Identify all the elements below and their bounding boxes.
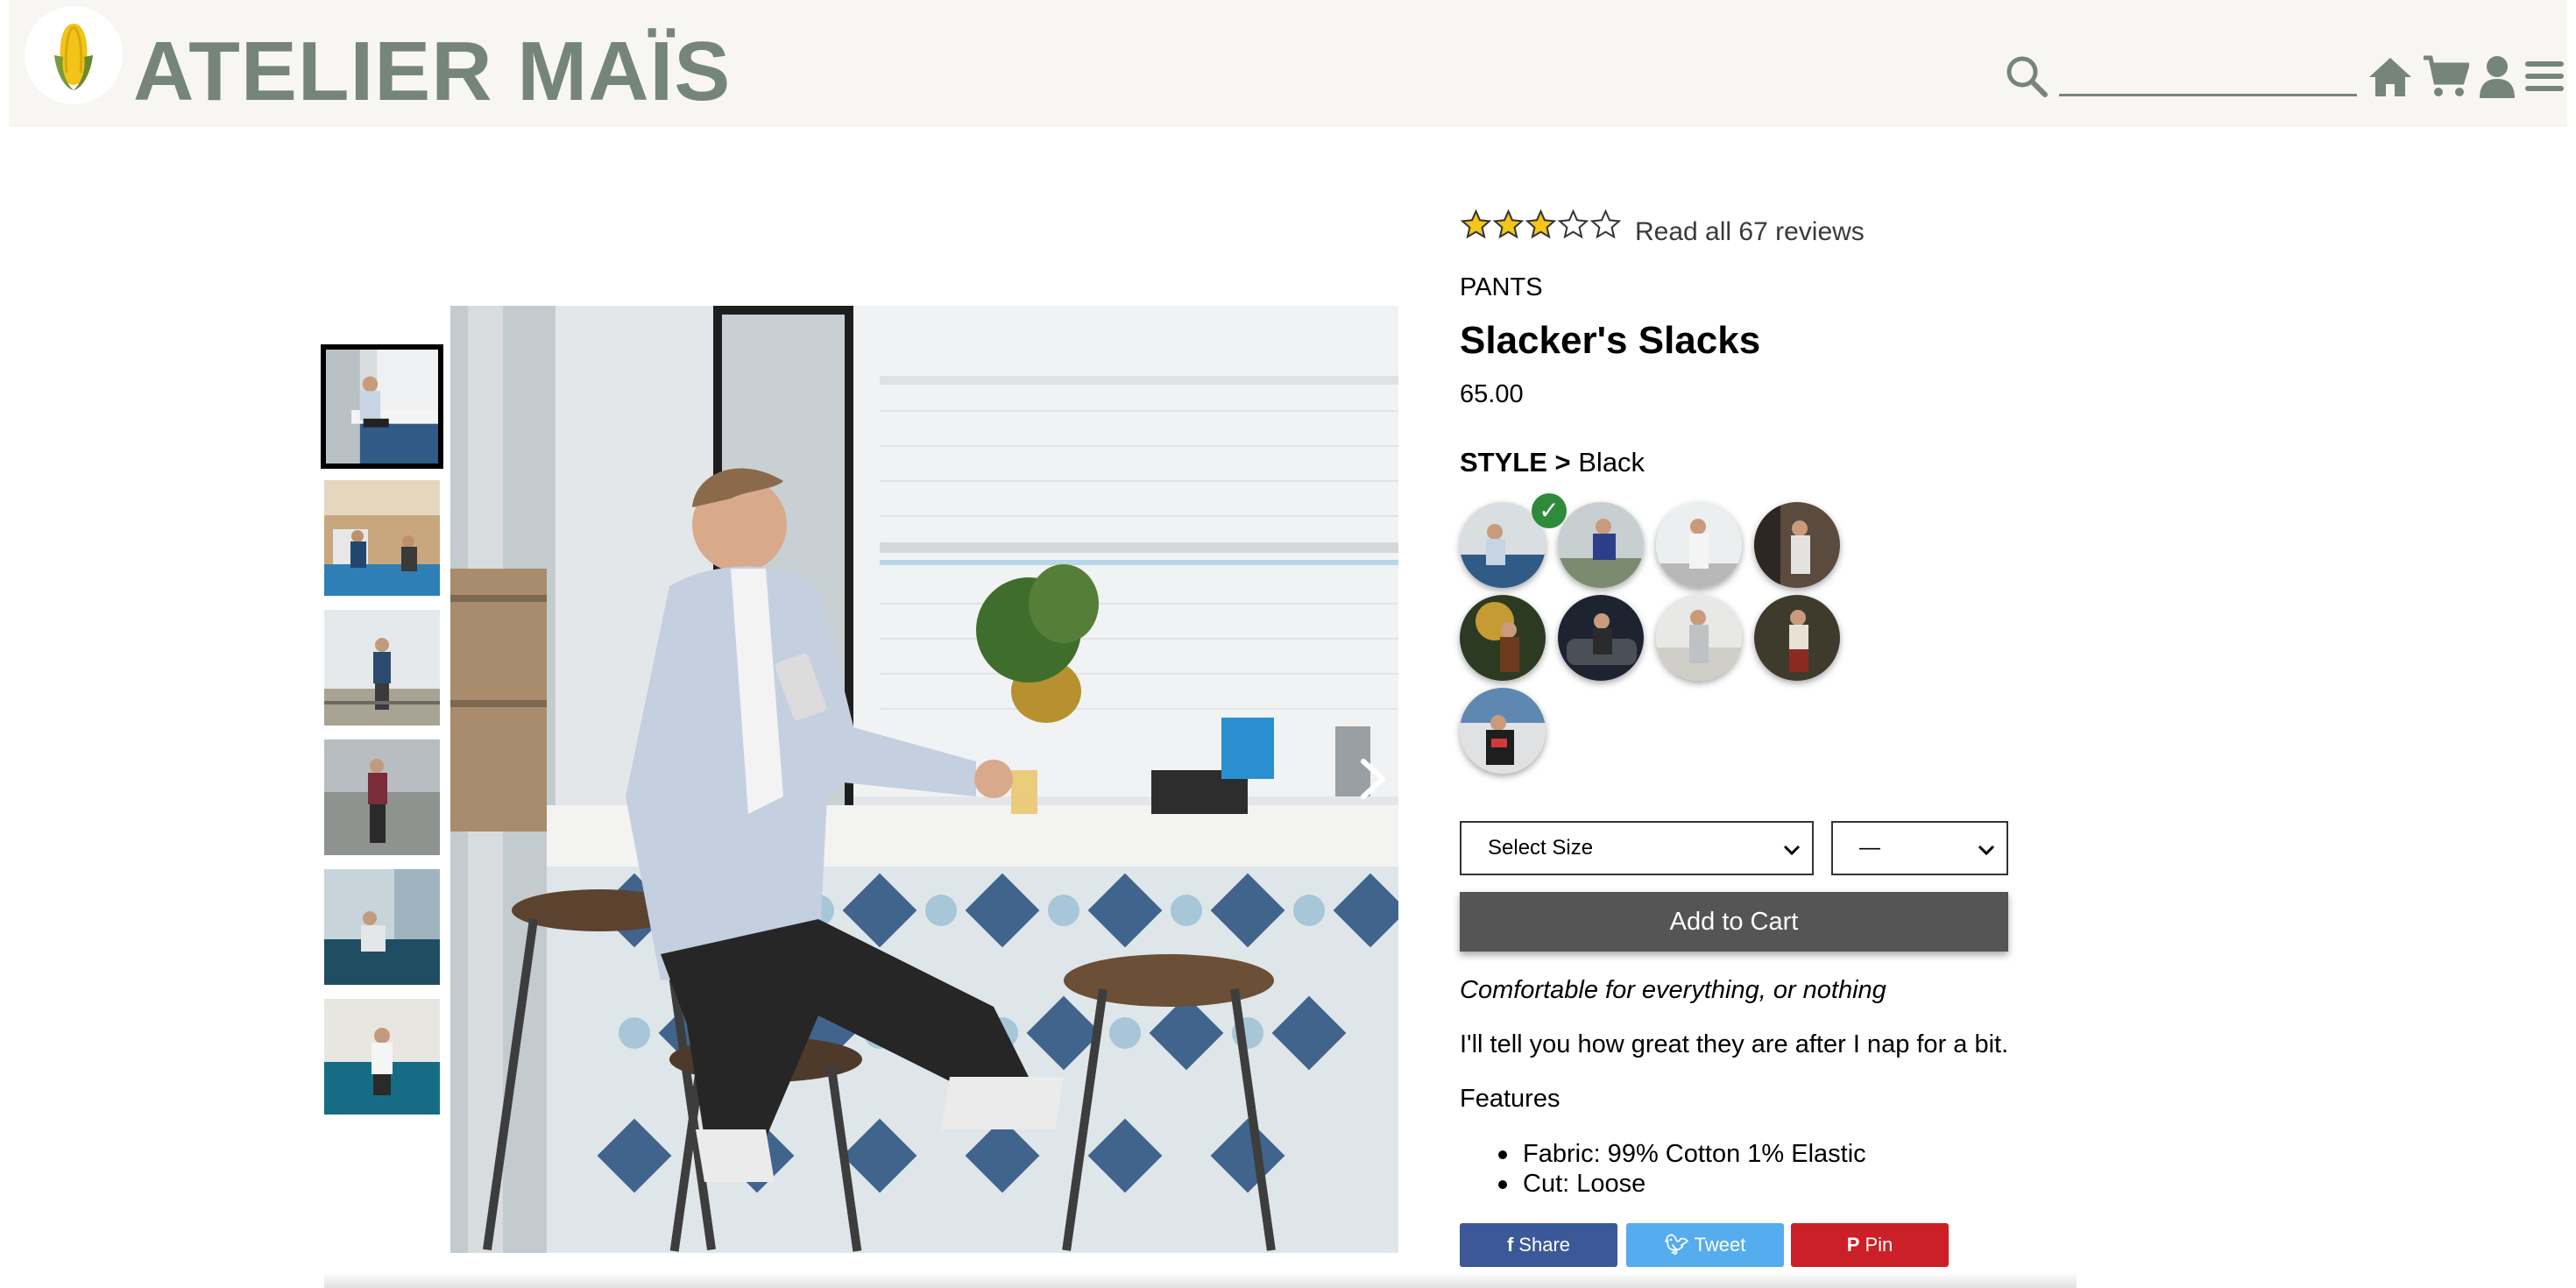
- logo[interactable]: [25, 6, 123, 104]
- quantity-select-value: —: [1859, 836, 1880, 860]
- facebook-share-button[interactable]: f Share: [1460, 1223, 1617, 1267]
- page-bottom-shadow: [324, 1272, 2077, 1288]
- share-label: Share: [1518, 1234, 1571, 1256]
- feature-item: Cut: Loose: [1498, 1169, 1866, 1199]
- thumbnail-1[interactable]: [321, 344, 443, 469]
- star-empty-icon: [1589, 209, 1622, 239]
- star-filled-icon: [1492, 209, 1525, 239]
- style-swatch-6[interactable]: [1558, 595, 1644, 681]
- style-selector: [1460, 502, 1863, 782]
- quantity-select[interactable]: —: [1831, 821, 2008, 875]
- search-input[interactable]: [2059, 49, 2357, 96]
- thumbnail-4[interactable]: [324, 740, 440, 855]
- read-reviews-link[interactable]: Read all 67 reviews: [1635, 217, 1865, 247]
- style-label-prefix: STYLE >: [1460, 447, 1571, 478]
- size-select-value: Select Size: [1488, 836, 1594, 860]
- facebook-icon: f: [1506, 1234, 1514, 1256]
- thumbnail-2[interactable]: [324, 480, 440, 596]
- style-swatch-9[interactable]: [1460, 688, 1546, 774]
- twitter-icon: 🐦︎: [1664, 1234, 1689, 1256]
- size-select[interactable]: Select Size: [1460, 821, 1814, 875]
- chevron-right-icon[interactable]: [1346, 753, 1398, 805]
- selected-check-icon: ✓: [1532, 493, 1567, 528]
- thumbnail-3[interactable]: [324, 610, 440, 725]
- user-icon[interactable]: [2478, 54, 2516, 98]
- product-slogan: Comfortable for everything, or nothing: [1460, 976, 1886, 1004]
- style-swatch-8[interactable]: [1754, 595, 1840, 681]
- menu-icon[interactable]: [2525, 54, 2564, 98]
- star-empty-icon: [1557, 209, 1589, 239]
- style-selected-name: Black: [1578, 447, 1645, 478]
- thumbnail-6[interactable]: [324, 999, 440, 1115]
- style-swatch-3[interactable]: [1656, 502, 1742, 588]
- star-filled-icon: [1525, 209, 1557, 239]
- style-label: STYLE > Black: [1460, 447, 1645, 478]
- style-swatch-2[interactable]: [1558, 502, 1644, 588]
- product-photo: [450, 306, 1398, 1253]
- pinterest-share-button[interactable]: P Pin: [1791, 1223, 1949, 1267]
- search-icon[interactable]: [2005, 54, 2049, 98]
- style-swatch-7[interactable]: [1656, 595, 1742, 681]
- tweet-label: Tweet: [1694, 1234, 1746, 1256]
- thumbnail-5[interactable]: [324, 869, 440, 985]
- chevron-down-icon: [1978, 845, 1995, 856]
- site-header: ATELIER MAÏS: [9, 0, 2567, 127]
- corn-icon: [54, 24, 93, 90]
- chevron-down-icon: [1783, 845, 1801, 856]
- home-icon[interactable]: [2367, 54, 2413, 98]
- features-list: Fabric: 99% Cotton 1% Elastic Cut: Loose: [1498, 1139, 1866, 1199]
- star-rating: [1460, 209, 1622, 244]
- product-description: I'll tell you how great they are after I…: [1460, 1030, 2009, 1058]
- brand-name[interactable]: ATELIER MAÏS: [133, 30, 731, 114]
- cart-icon[interactable]: [2422, 54, 2469, 98]
- style-swatch-5[interactable]: [1460, 595, 1546, 681]
- product-name: Slacker's Slacks: [1460, 319, 1761, 362]
- add-to-cart-button[interactable]: Add to Cart: [1460, 892, 2008, 952]
- features-heading: Features: [1460, 1085, 1560, 1113]
- pin-label: Pin: [1865, 1234, 1893, 1256]
- product-price: 65.00: [1460, 380, 1524, 408]
- style-swatch-4[interactable]: [1754, 502, 1840, 588]
- twitter-share-button[interactable]: 🐦︎ Tweet: [1626, 1223, 1784, 1267]
- feature-item: Fabric: 99% Cotton 1% Elastic: [1498, 1140, 1866, 1168]
- product-category: PANTS: [1460, 273, 1543, 301]
- main-product-image[interactable]: [450, 306, 1398, 1253]
- pinterest-icon: P: [1846, 1234, 1860, 1256]
- star-filled-icon: [1460, 209, 1492, 239]
